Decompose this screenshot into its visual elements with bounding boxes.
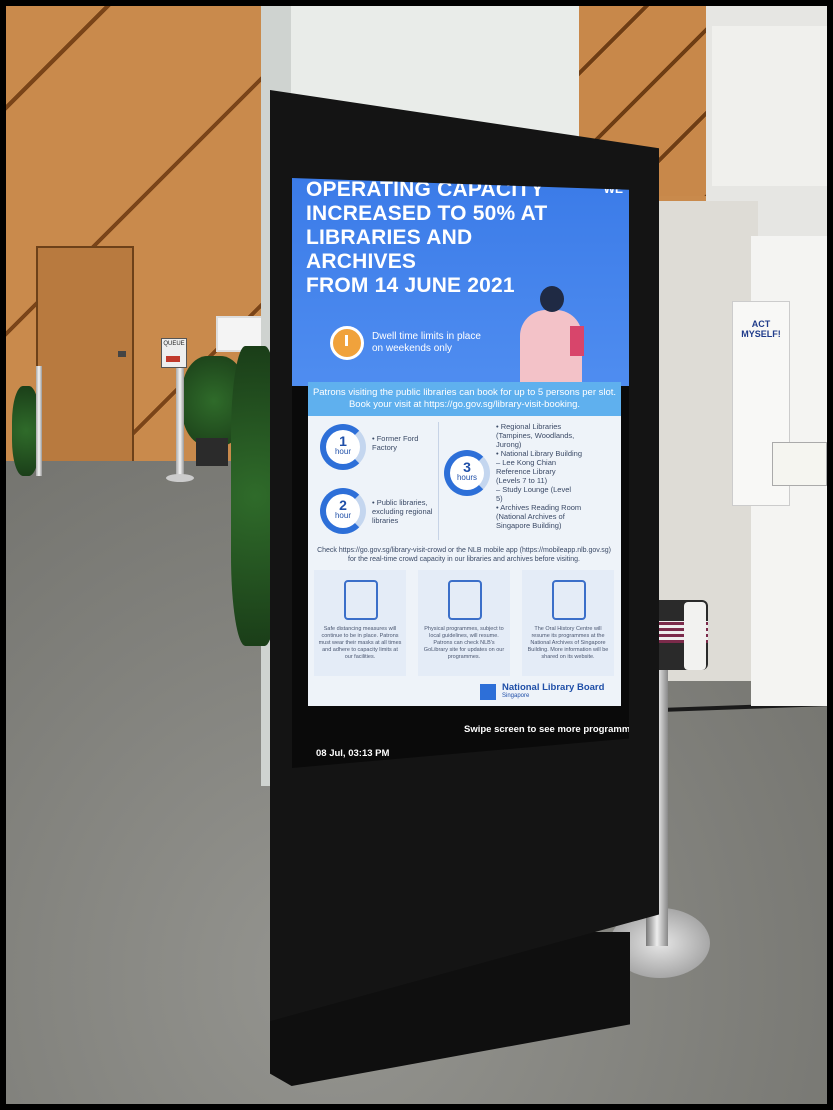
nlb-logo: National Library Board Singapore [480,682,610,702]
stanchion-base [166,474,194,482]
timestamp: 08 Jul, 03:13 PM [316,748,390,759]
ring-unit: hours [456,473,477,482]
two-hour-label: • Public libraries, excluding regional l… [372,498,433,525]
rule-text: Physical programmes, subject to local gu… [423,626,505,660]
stopwatch-icon [330,326,364,360]
sanitizer-bottle [684,602,706,670]
rule-card-oral-history: The Oral History Centre will resume its … [522,570,614,676]
distancing-icon [344,580,378,620]
rule-card-programmes: Physical programmes, subject to local gu… [418,570,510,676]
headline: OPERATING CAPACITY INCREASED TO 50% AT L… [306,178,548,297]
two-hour-ring: 2 hour [320,488,366,534]
ring-unit: hour [334,511,351,520]
dwell-note: Dwell time limits in place on weekends o… [372,331,481,354]
illustration-person-head [540,286,564,312]
booking-notice: Patrons visiting the public libraries ca… [308,382,621,416]
nlb-mark-icon [480,684,496,700]
three-hour-label: • Regional Libraries (Tampines, Woodland… [496,422,583,530]
plant-pot [196,438,228,466]
kiosk-screen[interactable]: OPERATING CAPACITY INCREASED TO 50% AT L… [292,178,629,768]
brand-name: National Library Board [502,682,605,693]
ceiling-band [712,26,827,186]
one-hour-label: • Former Ford Factory [372,434,419,452]
rule-text: Safe distancing measures will continue t… [318,626,402,660]
bookshelf-icon [448,580,482,620]
ring-unit: hour [334,447,351,456]
swipe-hint: Swipe screen to see more programmes. [464,724,629,735]
dwell-limits-panel: 1 hour • Former Ford Factory 2 hour • Pu… [308,416,621,706]
hero-banner: OPERATING CAPACITY INCREASED TO 50% AT L… [292,178,629,386]
brand-sub: Singapore [502,693,530,699]
queue-stanchion [176,368,184,480]
stanchion-pole [36,366,42,476]
book-icon [570,326,584,356]
wall-poster-title: ACT MYSELF! [741,319,781,339]
divider [438,422,439,540]
one-hour-ring: 1 hour [320,424,366,470]
queue-sign: QUEUE [161,338,187,368]
camera-icon [552,580,586,620]
info-sign [772,442,827,486]
arrow-icon [166,356,180,362]
crowd-check-text: Check https://go.gov.sg/library-visit-cr… [317,547,611,563]
rule-card-distancing: Safe distancing measures will continue t… [314,570,406,676]
door-handle [118,351,126,357]
three-hour-ring: 3 hours [444,450,490,496]
rule-text: The Oral History Centre will resume its … [527,626,609,660]
